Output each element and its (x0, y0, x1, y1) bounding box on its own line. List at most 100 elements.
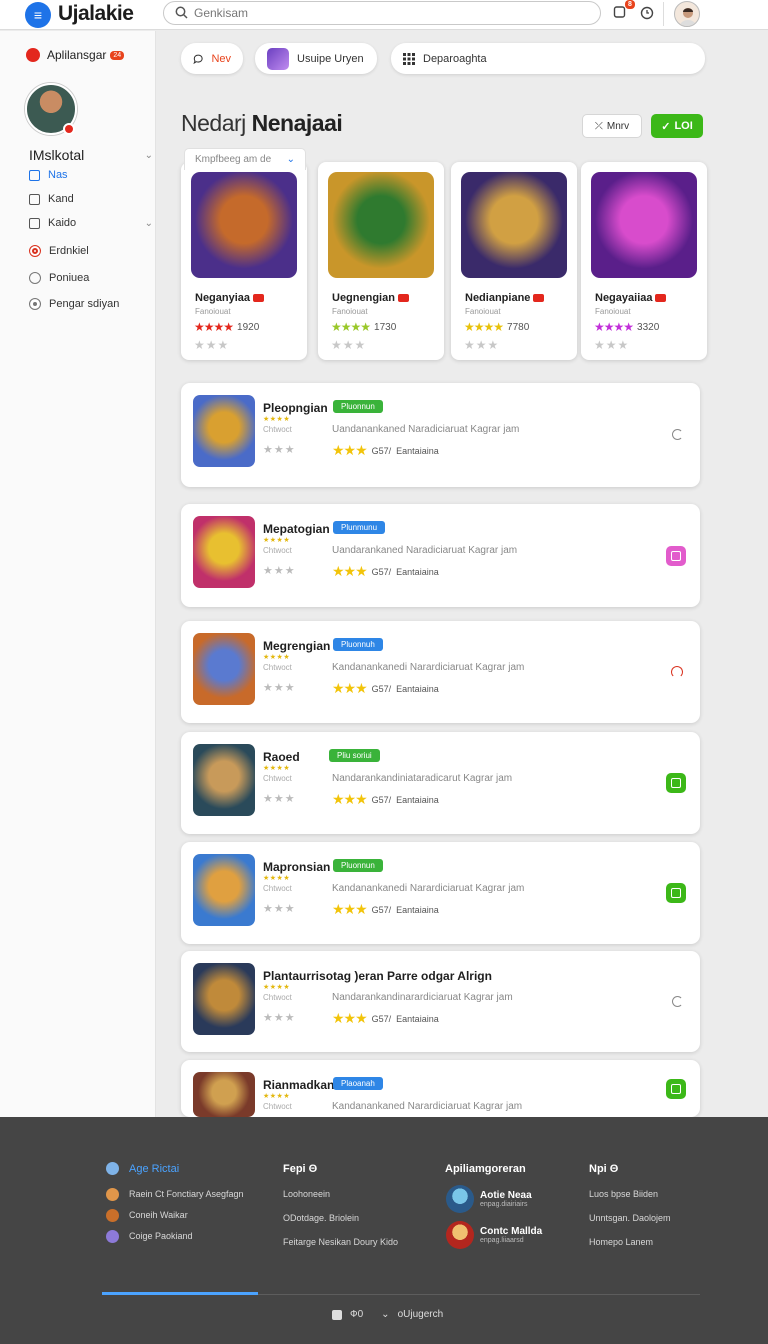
game-rating: ★★★ G57/Eantaiaina (332, 901, 439, 918)
game-name: Mapronsian (263, 860, 331, 874)
sidebar-item-kand[interactable]: Kand (29, 193, 153, 205)
featured-subtitle: Fanoiouat (595, 307, 631, 316)
search-input[interactable] (194, 5, 584, 21)
sidebar-item-kaido[interactable]: Kaido ⌄ (29, 217, 153, 229)
footer-scroll-indicator (102, 1292, 258, 1295)
clock-icon[interactable] (640, 6, 654, 20)
play-button[interactable] (666, 1079, 686, 1099)
footer-app-item[interactable]: Aotie Neaa enpag.diairiairs (446, 1185, 532, 1213)
user-avatar[interactable] (674, 1, 700, 27)
game-subtitle: Chtwoct (263, 1102, 292, 1111)
section-title: Nedarj Nenajaai (181, 110, 343, 137)
featured-score: 1920 (237, 321, 260, 333)
game-list-item[interactable]: Pleopngian Pluonnun ★★★★ Chtwoct Uandanankan… (181, 383, 700, 487)
footer-link[interactable]: ODotdage. Briolein (283, 1213, 359, 1223)
game-list-item[interactable]: Mapronsian Pluonnun ★★★★ Chtwoct Kandanankan… (181, 842, 700, 944)
featured-game-card[interactable]: Uegnengian Fanoiouat ★★★★ 1730 ★★★ (318, 162, 444, 360)
filter-user-label: Usuipe Uryen (297, 52, 364, 65)
footer-link[interactable]: Coneih Waikar (129, 1210, 188, 1220)
sort-dropdown[interactable]: Kmpfbeeg am de ⌄ (184, 148, 306, 170)
star-rating-icon: ★★★★ (594, 320, 634, 334)
game-score: G57/ (371, 904, 392, 915)
filter-department-button[interactable]: Deparoaghta (391, 43, 705, 74)
featured-game-card[interactable]: Neganyiaa Fanoiouat ★★★★ 1920 ★★★ (181, 162, 307, 360)
featured-subtitle: Fanoiouat (332, 307, 368, 316)
footer-link[interactable]: Unntsgan. Daolojem (589, 1213, 671, 1223)
game-rating: ★★★ G57/Eantaiaina (332, 442, 439, 459)
loading-icon[interactable] (672, 429, 683, 440)
game-thumbnail (591, 172, 697, 278)
menu-button[interactable]: ≡ (25, 2, 51, 28)
play-button[interactable] (666, 883, 686, 903)
star-rating-icon: ★★★ (332, 901, 368, 917)
brand-logo[interactable]: Ujalakie (58, 2, 134, 26)
footer-app-item[interactable]: Contc Mallda enpag.liiaarsd (446, 1221, 542, 1249)
empty-stars-icon: ★★★ (331, 338, 367, 352)
game-rating: ★★★ G57/Eantaiaina (332, 563, 439, 580)
game-name: Megrengian (263, 639, 331, 653)
app-icon (106, 1188, 119, 1201)
game-rating-label: Eantaiaina (396, 794, 439, 805)
featured-title-row: Uegnengian (332, 292, 409, 304)
featured-rating: ★★★★ 7780 (464, 320, 529, 334)
game-description: Kandanankanedi Narardiciaruat Kagrar jam (332, 662, 525, 673)
footer-bottom-right[interactable]: oUjugerch (398, 1309, 444, 1320)
filter-user-button[interactable]: Usuipe Uryen (255, 43, 377, 74)
divider (663, 2, 664, 26)
featured-game-card[interactable]: Nedianpiane Fanoiouat ★★★★ 7780 ★★★ (451, 162, 577, 360)
game-thumbnail (191, 172, 297, 278)
loading-icon[interactable] (671, 666, 683, 678)
game-tag-badge: Pluonnun (333, 859, 383, 872)
footer-bottom-left[interactable]: Ф0 (350, 1309, 363, 1320)
footer-link[interactable]: Loohoneein (283, 1189, 330, 1199)
sidebar-app-link[interactable]: Aplilansgar 24 (26, 48, 125, 62)
sidebar-item-poniuea[interactable]: Poniuea (29, 272, 153, 284)
game-list-item[interactable]: Rianmadkan Plaoanah ★★★★ Chtwoct Kandanankan… (181, 1060, 700, 1117)
filter-new-button[interactable]: Nev (181, 43, 243, 74)
chevron-down-icon: ⌄ (144, 149, 153, 161)
sidebar-item-nas[interactable]: Nas (29, 169, 153, 181)
search-bar[interactable] (163, 1, 601, 25)
game-subtitle: Chtwoct (263, 546, 292, 555)
featured-title: Uegnengian (332, 292, 395, 304)
game-score: G57/ (371, 445, 392, 456)
star-rating-icon: ★★★★ (194, 320, 234, 334)
footer-link[interactable]: Homepo Lanem (589, 1237, 653, 1247)
footer-col1-head[interactable]: Age Rictai (129, 1163, 179, 1175)
box-icon (671, 888, 681, 898)
sidebar-item-pengar[interactable]: Pengar sdiyan (29, 298, 153, 310)
section-title-light: Nedarj (181, 110, 246, 136)
empty-stars-icon: ★★★ (263, 903, 296, 915)
game-subtitle: Chtwoct (263, 884, 292, 893)
empty-stars-icon: ★★★ (464, 338, 500, 352)
empty-stars-icon: ★★★ (263, 1012, 296, 1024)
empty-stars-icon: ★★★ (263, 793, 296, 805)
footer-link[interactable]: Luos bpse Biiden (589, 1189, 658, 1199)
filter-new-label: Nev (211, 52, 231, 65)
game-list-item[interactable]: Raoed Pliu soriui ★★★★ Chtwoct Nandarankandi… (181, 732, 700, 834)
game-list-item[interactable]: Plantaurrisotag )eran Parre odgar Alrign… (181, 951, 700, 1052)
footer-link[interactable]: Raein Ct Fonctiary Asegfagn (129, 1189, 244, 1199)
join-button[interactable]: ✓ LOI (651, 114, 703, 138)
game-list-item[interactable]: Megrengian Pluonnuh ★★★★ Chtwoct Kandanankan… (181, 621, 700, 723)
featured-rating: ★★★★ 1920 (194, 320, 259, 334)
profile-name-row[interactable]: IMslkotal ⌄ (29, 147, 153, 163)
install-button[interactable] (666, 546, 686, 566)
play-button[interactable] (666, 773, 686, 793)
featured-game-card[interactable]: Negayaiiaa Fanoiouat ★★★★ 3320 ★★★ (581, 162, 707, 360)
game-list-item[interactable]: Mepatogian Plunmunu ★★★★ Chtwoct Uandarankan… (181, 504, 700, 607)
empty-stars-icon: ★★★ (594, 338, 630, 352)
footer-col3-head: Apiliamgoreran (445, 1163, 526, 1175)
footer-link[interactable]: Feitarge Nesikan Doury Kido (283, 1237, 398, 1247)
circle-icon (29, 272, 41, 284)
dot-circle-icon (29, 298, 41, 310)
game-thumbnail (328, 172, 434, 278)
sidebar-item-erdnkiel[interactable]: Erdnkiel (29, 245, 153, 257)
game-tag-badge: Pluonnun (333, 400, 383, 413)
footer-bottom: Ф0 ⌄ oUjugerch (332, 1309, 443, 1320)
footer-link[interactable]: Coige Paokiand (129, 1231, 193, 1241)
view-button[interactable]: ⤫ Mnrv (582, 114, 642, 138)
loading-icon[interactable] (672, 996, 683, 1007)
featured-rating: ★★★★ 1730 (331, 320, 396, 334)
checkbox-icon (29, 217, 40, 229)
